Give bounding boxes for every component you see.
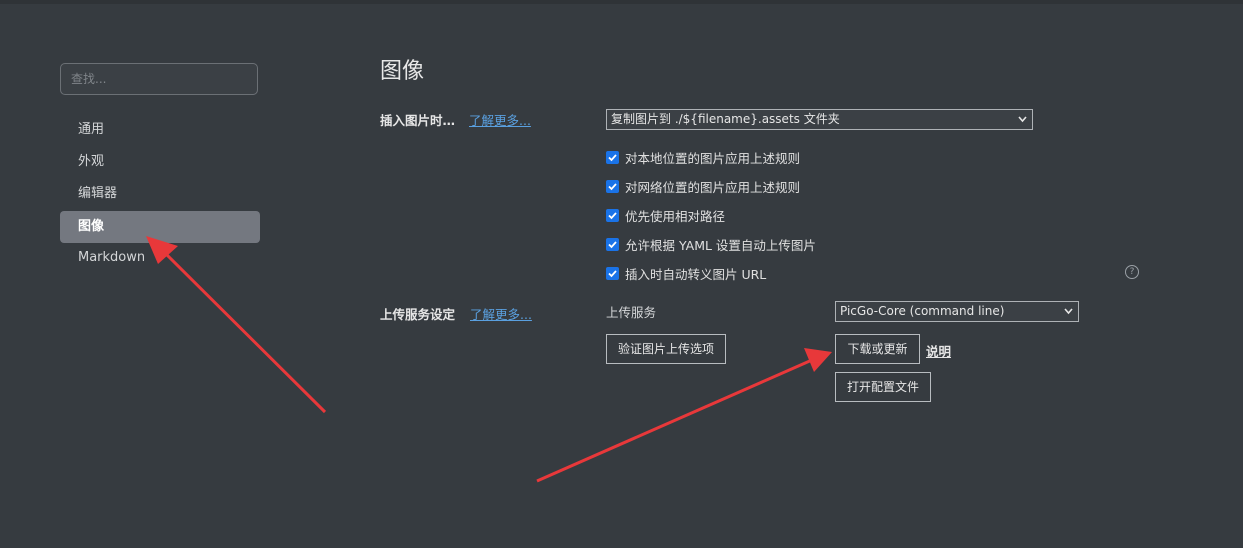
annotation-arrows: [146, 236, 832, 483]
arrow-to-download-button: [536, 348, 832, 483]
arrow-to-image-nav: [146, 236, 327, 414]
